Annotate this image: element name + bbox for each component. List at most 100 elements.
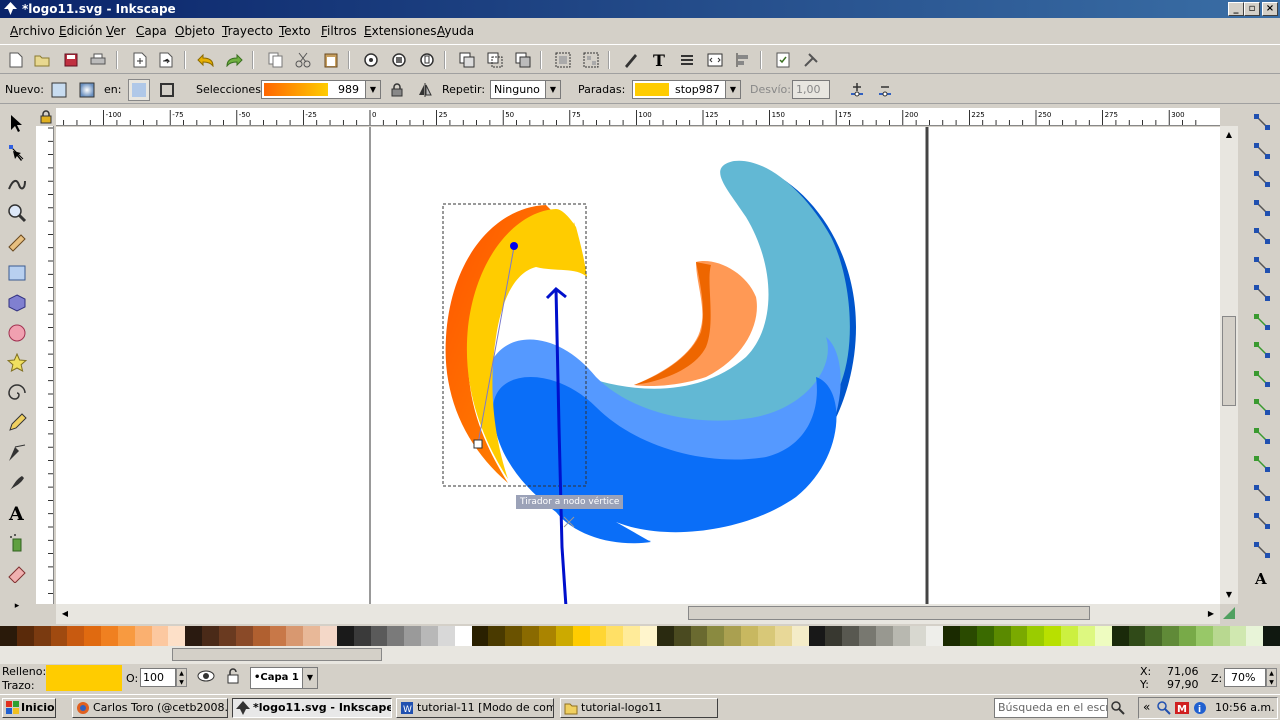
palette-swatch[interactable] [84, 626, 102, 646]
palette-swatch[interactable] [286, 626, 304, 646]
lock-guides-icon[interactable] [39, 109, 55, 125]
palette-swatch[interactable] [555, 626, 573, 646]
color-palette[interactable] [0, 626, 1280, 646]
scroll-down-icon[interactable]: ▼ [1222, 588, 1236, 602]
open-icon[interactable] [32, 50, 52, 70]
menu-capa[interactable]: Capa [136, 24, 167, 38]
clone-icon[interactable] [485, 50, 505, 70]
palette-swatch[interactable] [892, 626, 910, 646]
radial-gradient-toggle[interactable] [76, 79, 98, 101]
gradient-select[interactable]: 989 ▼ [261, 80, 381, 99]
menu-ayuda[interactable]: Ayuda [437, 24, 474, 38]
eye-icon[interactable] [197, 669, 217, 687]
snap-bbox-edge-icon[interactable] [1252, 169, 1274, 191]
spray-tool-icon[interactable] [5, 531, 29, 555]
snap-path-icon[interactable] [1252, 312, 1274, 334]
palette-swatch[interactable] [825, 626, 843, 646]
spiral-tool-icon[interactable] [5, 381, 29, 405]
palette-swatch[interactable] [454, 626, 472, 646]
layer-select[interactable]: •Capa 1 ▼ [250, 667, 318, 689]
palette-swatch[interactable] [522, 626, 539, 646]
paste-icon[interactable] [321, 50, 341, 70]
align-icon[interactable] [733, 50, 753, 70]
task-firefox[interactable]: Carlos Toro (@cetb2008... [72, 698, 228, 718]
palette-swatch[interactable] [202, 626, 219, 646]
snap-bbox-center-icon[interactable] [1252, 255, 1274, 277]
fill-color-indicator[interactable] [46, 665, 122, 691]
offset-input[interactable]: 1,00 [792, 80, 830, 99]
color-manage-icon[interactable] [1222, 606, 1238, 622]
print-icon[interactable] [88, 50, 108, 70]
toolbox-overflow-icon[interactable]: ▸ [5, 594, 29, 618]
palette-swatch[interactable] [488, 626, 506, 646]
snap-bbox-corner-icon[interactable] [1252, 198, 1274, 220]
palette-swatch[interactable] [673, 626, 691, 646]
3d-box-tool-icon[interactable] [5, 291, 29, 315]
palette-swatch[interactable] [303, 626, 321, 646]
palette-swatch[interactable] [421, 626, 438, 646]
palette-swatch[interactable] [656, 626, 674, 646]
redo-icon[interactable] [224, 50, 244, 70]
palette-swatch[interactable] [320, 626, 337, 646]
export-icon[interactable] [156, 50, 176, 70]
palette-swatch[interactable] [926, 626, 944, 646]
close-button[interactable]: × [1262, 2, 1278, 16]
palette-swatch[interactable] [0, 626, 17, 646]
snap-intersection-icon[interactable] [1252, 340, 1274, 362]
palette-swatch[interactable] [218, 626, 236, 646]
task-inkscape[interactable]: *logo11.svg - Inkscape [232, 698, 392, 718]
eraser-tool-icon[interactable] [5, 561, 29, 585]
vertical-scrollbar[interactable]: ▲ ▼ [1220, 126, 1238, 604]
snap-grid-icon[interactable] [1252, 540, 1274, 562]
text-font-icon[interactable]: T [649, 50, 669, 70]
palette-swatch[interactable] [875, 626, 893, 646]
palette-swatch[interactable] [1145, 626, 1163, 646]
linear-gradient-toggle[interactable] [48, 79, 70, 101]
lock-icon[interactable] [386, 79, 408, 101]
snap-smooth-icon[interactable] [1252, 397, 1274, 419]
unlink-clone-icon[interactable] [513, 50, 533, 70]
palette-swatch[interactable] [859, 626, 876, 646]
menu-ver[interactable]: Ver [106, 24, 126, 38]
star-tool-icon[interactable] [5, 351, 29, 375]
menu-archivo[interactable]: Archivo [10, 24, 55, 38]
opacity-spinner[interactable]: ▲ ▼ [176, 668, 187, 687]
palette-swatch[interactable] [437, 626, 455, 646]
minimize-button[interactable]: _ [1228, 2, 1244, 16]
layer-lock-icon[interactable] [226, 668, 242, 686]
pencil-tool-icon[interactable] [5, 411, 29, 435]
palette-swatch[interactable] [1212, 626, 1230, 646]
palette-swatch[interactable] [1246, 626, 1264, 646]
palette-swatch[interactable] [370, 626, 388, 646]
scroll-right-icon[interactable]: ▶ [1204, 607, 1218, 621]
palette-swatch[interactable] [1195, 626, 1213, 646]
stroke-target-toggle[interactable] [156, 79, 178, 101]
palette-scrollbar[interactable] [0, 646, 1280, 664]
xml-icon[interactable] [705, 50, 725, 70]
palette-swatch[interactable] [67, 626, 85, 646]
palette-swatch[interactable] [252, 626, 270, 646]
horizontal-scrollbar[interactable]: ◀ ▶ [56, 604, 1220, 624]
delete-stop-icon[interactable] [874, 79, 896, 101]
undo-icon[interactable] [196, 50, 216, 70]
menu-extensiones[interactable]: Extensiones [364, 24, 437, 38]
palette-swatch[interactable] [471, 626, 489, 646]
ellipse-tool-icon[interactable] [5, 321, 29, 345]
menu-objeto[interactable]: Objeto [175, 24, 215, 38]
search-tray-icon[interactable] [1157, 701, 1171, 715]
stop-select[interactable]: stop987 ▼ [632, 80, 741, 99]
fill-target-toggle[interactable] [128, 79, 150, 101]
xml-editor-icon[interactable] [677, 50, 697, 70]
preferences-icon[interactable] [801, 50, 821, 70]
duplicate-icon[interactable] [457, 50, 477, 70]
snap-nodes-icon[interactable] [1252, 283, 1274, 305]
palette-swatch[interactable] [741, 626, 758, 646]
scroll-up-icon[interactable]: ▲ [1222, 128, 1236, 142]
palette-swatch[interactable] [50, 626, 68, 646]
palette-swatch[interactable] [505, 626, 523, 646]
pen-tool-icon[interactable] [5, 441, 29, 465]
vertical-ruler[interactable] [36, 126, 54, 604]
import-icon[interactable] [130, 50, 150, 70]
snap-center-icon[interactable] [1252, 454, 1274, 476]
fill-stroke-icon[interactable] [621, 50, 641, 70]
